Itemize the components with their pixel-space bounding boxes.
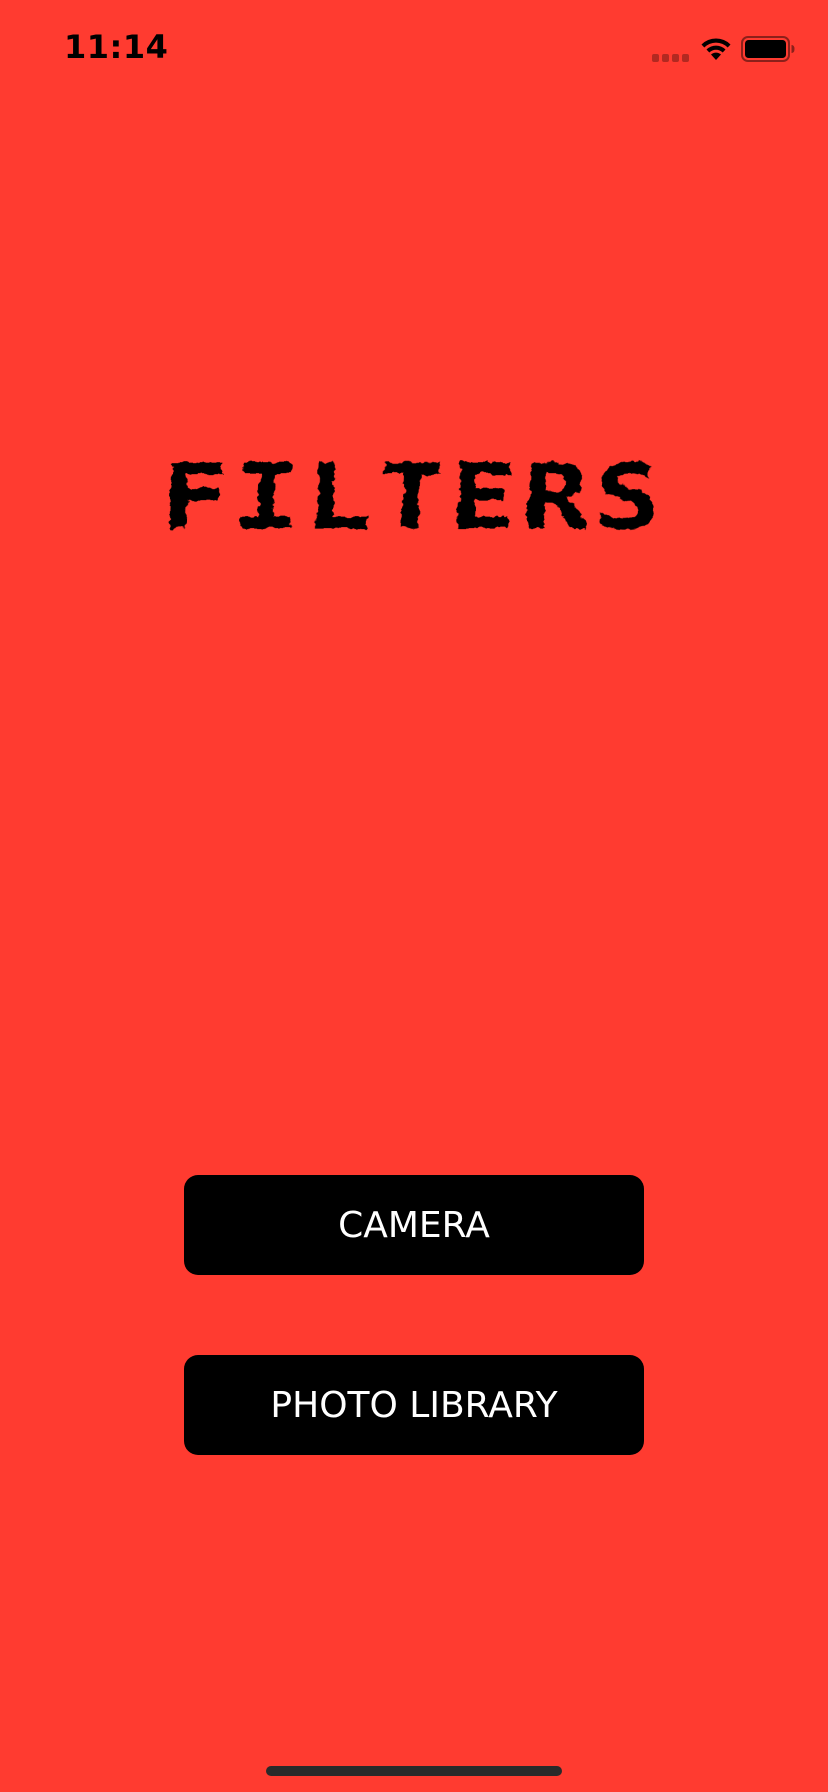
- home-indicator[interactable]: [266, 1766, 562, 1776]
- status-time: 11:14: [64, 28, 169, 66]
- photo-library-button-label: PHOTO LIBRARY: [270, 1384, 558, 1426]
- battery-icon: [741, 36, 795, 62]
- camera-button-label: CAMERA: [338, 1204, 490, 1246]
- wifi-icon: [701, 38, 731, 60]
- photo-library-button[interactable]: PHOTO LIBRARY: [184, 1355, 644, 1455]
- app-title: FILTERS: [158, 444, 670, 550]
- camera-button[interactable]: CAMERA: [184, 1175, 644, 1275]
- signal-icon: [652, 54, 692, 62]
- app-screen: 11:14 FILTERS CAMERA PHOTO LIBRARY: [0, 0, 828, 1792]
